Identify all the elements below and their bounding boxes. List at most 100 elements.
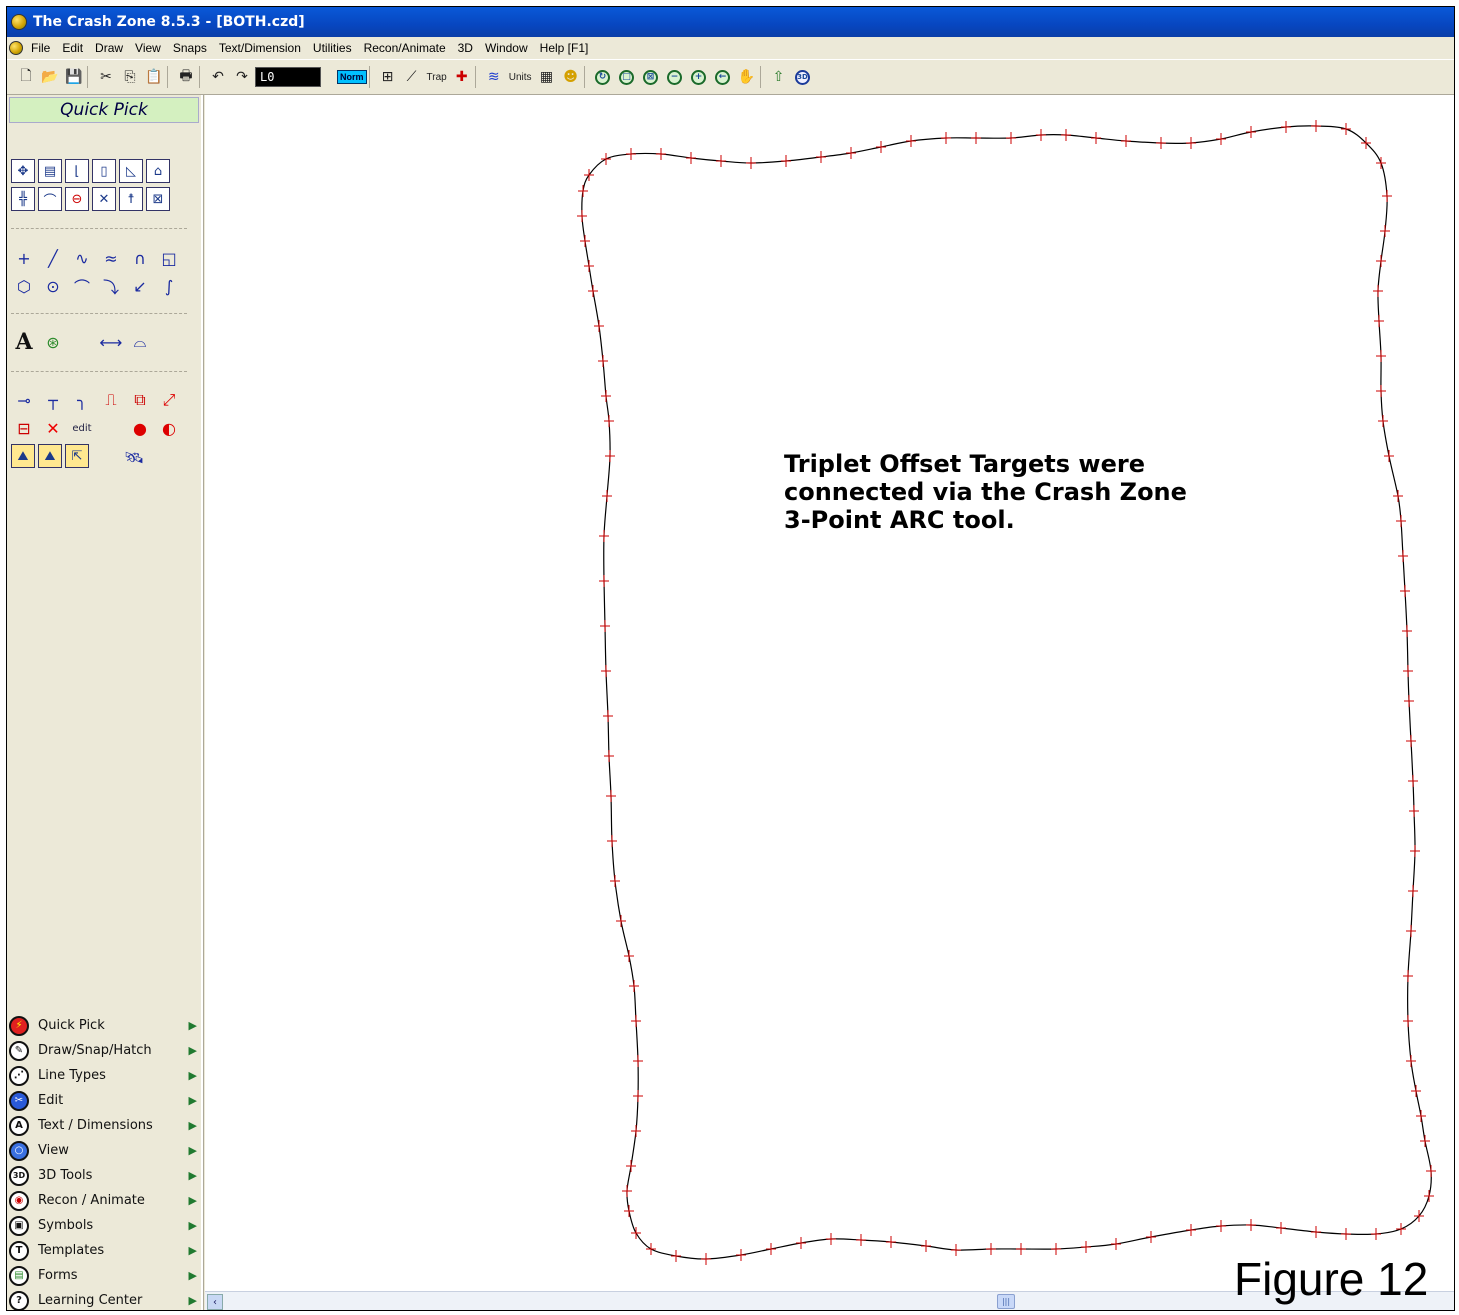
video-camera-icon[interactable]: ▶: [189, 1144, 197, 1157]
trim-icon[interactable]: ┬: [40, 387, 66, 413]
image-select-icon[interactable]: ⇱: [65, 444, 89, 468]
target-marker-icon[interactable]: [1426, 1165, 1436, 1177]
house-icon[interactable]: ⌂: [146, 159, 170, 183]
target-marker-icon[interactable]: [1408, 885, 1418, 897]
person-down-icon[interactable]: ✕: [92, 187, 116, 211]
target-marker-icon[interactable]: [1420, 1135, 1430, 1147]
arc-length-icon[interactable]: ⌓: [127, 329, 153, 355]
menu-view[interactable]: View: [129, 41, 167, 55]
target-marker-icon[interactable]: [1051, 1243, 1061, 1255]
target-marker-icon[interactable]: [986, 1243, 996, 1255]
target-marker-icon[interactable]: [876, 141, 886, 153]
insert-image-icon[interactable]: ⛰: [11, 444, 35, 468]
arrow-line-icon[interactable]: ↙: [127, 273, 153, 299]
target-marker-icon[interactable]: [1400, 585, 1410, 597]
target-marker-icon[interactable]: [941, 132, 951, 144]
target-marker-icon[interactable]: [1378, 415, 1388, 427]
target-marker-icon[interactable]: [1403, 970, 1413, 982]
layers-icon[interactable]: ≋: [483, 66, 505, 88]
target-marker-icon[interactable]: [588, 285, 598, 297]
menu-window[interactable]: Window: [479, 41, 534, 55]
print-icon[interactable]: 🖶: [175, 66, 197, 88]
double-wave-icon[interactable]: ≈: [98, 245, 124, 271]
arc-outline-path[interactable]: [581, 125, 1432, 1260]
scroll-left-arrow-icon[interactable]: ‹: [207, 1294, 223, 1310]
open-folder-icon[interactable]: 📂: [39, 66, 61, 88]
panel-3d-tools[interactable]: 3D 3D Tools ▶: [7, 1163, 203, 1188]
norm-mode-button[interactable]: Norm: [337, 70, 367, 84]
image-properties-icon[interactable]: ⛰: [38, 444, 62, 468]
target-marker-icon[interactable]: [1410, 845, 1420, 857]
app-icon[interactable]: [11, 14, 27, 30]
target-marker-icon[interactable]: [629, 980, 639, 992]
document-icon[interactable]: [9, 41, 23, 55]
video-camera-icon[interactable]: ▶: [189, 1019, 197, 1032]
new-file-icon[interactable]: 🗋: [15, 66, 37, 88]
target-marker-icon[interactable]: [646, 1243, 656, 1255]
video-camera-icon[interactable]: ▶: [189, 1219, 197, 1232]
target-marker-icon[interactable]: [1384, 450, 1394, 462]
target-marker-icon[interactable]: [594, 320, 604, 332]
target-marker-icon[interactable]: [1216, 1220, 1226, 1232]
target-marker-icon[interactable]: [1403, 1015, 1413, 1027]
target-marker-icon[interactable]: [701, 1253, 711, 1265]
target-marker-icon[interactable]: [1146, 1231, 1156, 1243]
target-marker-icon[interactable]: [1081, 1241, 1091, 1253]
target-marker-icon[interactable]: [631, 1125, 641, 1137]
target-marker-icon[interactable]: [1006, 132, 1016, 144]
layer-field[interactable]: L0: [255, 67, 321, 87]
target-marker-icon[interactable]: [601, 153, 611, 165]
target-marker-icon[interactable]: [584, 260, 594, 272]
target-marker-icon[interactable]: [1246, 126, 1256, 138]
target-marker-icon[interactable]: [1396, 1223, 1406, 1235]
delete-icon[interactable]: ✕: [40, 415, 66, 441]
target-marker-icon[interactable]: [631, 1015, 641, 1027]
target-marker-icon[interactable]: [1376, 350, 1386, 362]
target-marker-icon[interactable]: [1406, 735, 1416, 747]
target-marker-icon[interactable]: [1404, 695, 1414, 707]
freehand-icon[interactable]: ∫: [156, 273, 182, 299]
save-icon[interactable]: 💾: [63, 66, 85, 88]
target-marker-icon[interactable]: [1409, 805, 1419, 817]
panel-templates[interactable]: T Templates ▶: [7, 1238, 203, 1263]
target-marker-icon[interactable]: [606, 790, 616, 802]
curved-road-icon[interactable]: ⌒: [38, 187, 62, 211]
title-bar[interactable]: The Crash Zone 8.5.3 - [BOTH.czd]: [7, 7, 1454, 37]
spline-icon[interactable]: ∩: [127, 245, 153, 271]
menu-utilities[interactable]: Utilities: [307, 41, 358, 55]
break-line-icon[interactable]: ⊸: [11, 387, 37, 413]
menu-file[interactable]: File: [25, 41, 56, 55]
target-marker-icon[interactable]: [633, 1090, 643, 1102]
polyline-icon[interactable]: ∿: [69, 245, 95, 271]
target-marker-icon[interactable]: [1396, 515, 1406, 527]
target-marker-icon[interactable]: [1393, 490, 1403, 502]
target-marker-icon[interactable]: [1156, 137, 1166, 149]
target-marker-icon[interactable]: [1281, 121, 1291, 133]
menu-edit[interactable]: Edit: [56, 41, 89, 55]
video-camera-icon[interactable]: ▶: [189, 1094, 197, 1107]
target-marker-icon[interactable]: [1380, 225, 1390, 237]
pan-hand-icon[interactable]: ✋: [736, 66, 758, 88]
zoom-out-icon[interactable]: −: [664, 66, 686, 88]
target-marker-icon[interactable]: [1371, 1228, 1381, 1240]
target-marker-icon[interactable]: [626, 1160, 636, 1172]
target-marker-icon[interactable]: [1111, 1238, 1121, 1250]
target-marker-icon[interactable]: [1186, 1224, 1196, 1236]
target-marker-icon[interactable]: [599, 575, 609, 587]
drawing-canvas[interactable]: [205, 95, 1454, 1291]
target-marker-icon[interactable]: [631, 1227, 641, 1239]
move-icon[interactable]: ⧉: [127, 387, 153, 413]
target-marker-icon[interactable]: [626, 148, 636, 160]
roadway-template-icon[interactable]: ▤: [38, 159, 62, 183]
target-marker-icon[interactable]: [1121, 135, 1131, 147]
target-marker-icon[interactable]: [816, 151, 826, 163]
target-marker-icon[interactable]: [971, 132, 981, 144]
trap-button[interactable]: Trap: [425, 72, 449, 83]
target-marker-icon[interactable]: [846, 147, 856, 159]
target-marker-icon[interactable]: [1408, 775, 1418, 787]
import-icon[interactable]: ⇧: [768, 66, 790, 88]
target-marker-icon[interactable]: [602, 490, 612, 502]
offset-icon[interactable]: ⎍: [98, 387, 124, 413]
coordinates-icon[interactable]: ▦: [536, 66, 558, 88]
target-marker-icon[interactable]: [607, 835, 617, 847]
